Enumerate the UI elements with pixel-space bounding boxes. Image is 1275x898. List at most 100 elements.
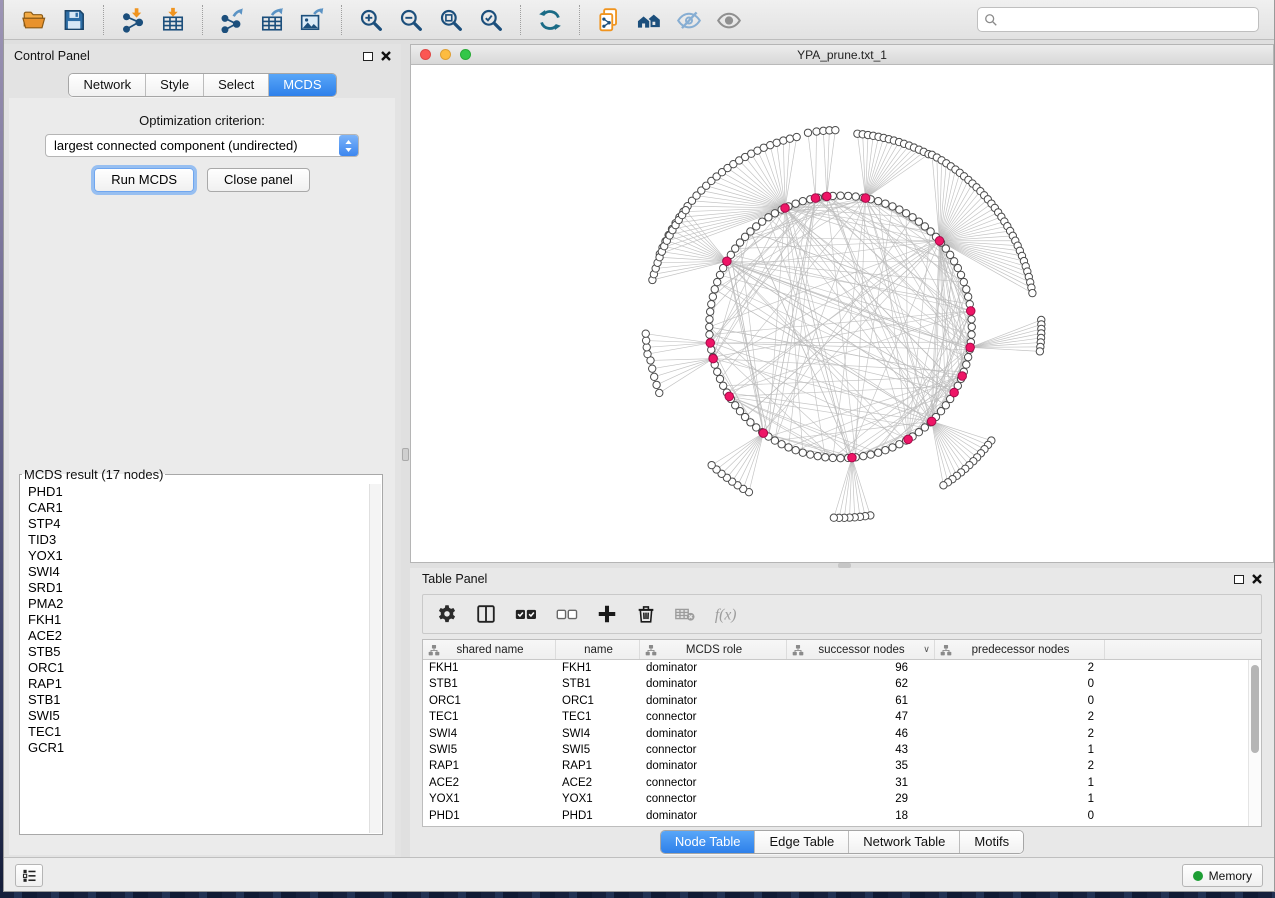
close-mcds-panel-button[interactable]: Close panel	[207, 168, 310, 192]
show-all-button[interactable]	[714, 5, 744, 35]
save-session-button[interactable]	[59, 5, 89, 35]
mcds-result-item[interactable]: STB1	[21, 692, 369, 708]
graph-node[interactable]	[875, 197, 882, 204]
table-row[interactable]: TEC1TEC1connector472	[423, 709, 1248, 725]
table-row[interactable]: FKH1FKH1dominator962	[423, 660, 1248, 676]
tab-node-table[interactable]: Node Table	[661, 831, 755, 853]
graph-node[interactable]	[968, 316, 975, 323]
settings-gear-button[interactable]	[436, 603, 458, 625]
graph-leaf-node[interactable]	[830, 514, 837, 521]
export-image-button[interactable]	[297, 5, 327, 35]
zoom-selected-button[interactable]	[476, 5, 506, 35]
graph-hub-node[interactable]	[950, 388, 959, 397]
network-canvas[interactable]	[411, 65, 1273, 562]
tab-motifs[interactable]: Motifs	[959, 831, 1023, 853]
column-header-predecessor-nodes[interactable]: predecessor nodes	[935, 640, 1105, 659]
graph-node[interactable]	[954, 264, 961, 271]
graph-node[interactable]	[706, 316, 713, 323]
run-mcds-button[interactable]: Run MCDS	[94, 168, 194, 192]
graph-node[interactable]	[708, 300, 715, 307]
tab-edge-table[interactable]: Edge Table	[754, 831, 848, 853]
mcds-result-item[interactable]: ACE2	[21, 628, 369, 644]
deselect-all-button[interactable]	[555, 603, 579, 625]
close-panel-icon[interactable]	[381, 51, 391, 61]
tab-select[interactable]: Select	[203, 74, 268, 96]
graph-node[interactable]	[709, 293, 716, 300]
graph-hub-node[interactable]	[848, 453, 857, 462]
float-panel-icon[interactable]	[363, 52, 373, 61]
network-window-titlebar[interactable]: YPA_prune.txt_1	[411, 45, 1273, 65]
graph-node[interactable]	[950, 258, 957, 265]
splitter-handle[interactable]	[402, 448, 409, 461]
table-row[interactable]: ACE2ACE2connector311	[423, 775, 1248, 791]
graph-hub-node[interactable]	[861, 194, 870, 203]
import-network-button[interactable]	[118, 5, 148, 35]
graph-node[interactable]	[714, 368, 721, 375]
graph-node[interactable]	[829, 454, 836, 461]
table-row[interactable]: STB1STB1dominator620	[423, 676, 1248, 692]
maximize-window-icon[interactable]	[460, 49, 471, 60]
graph-node[interactable]	[867, 451, 874, 458]
graph-node[interactable]	[963, 361, 970, 368]
network-graph[interactable]	[411, 65, 1273, 562]
criterion-dropdown[interactable]: largest connected component (undirected)	[45, 134, 359, 157]
float-table-panel-icon[interactable]	[1234, 575, 1244, 584]
graph-node[interactable]	[799, 449, 806, 456]
show-columns-button[interactable]	[475, 603, 497, 625]
graph-leaf-node[interactable]	[940, 482, 947, 489]
graph-hub-node[interactable]	[725, 392, 734, 401]
graph-leaf-node[interactable]	[656, 389, 663, 396]
column-header-MCDS-role[interactable]: MCDS role	[640, 640, 787, 659]
graph-leaf-node[interactable]	[786, 135, 793, 142]
table-row[interactable]: SWI4SWI4dominator462	[423, 726, 1248, 742]
close-window-icon[interactable]	[420, 49, 431, 60]
graph-leaf-node[interactable]	[804, 129, 811, 136]
graph-node[interactable]	[706, 308, 713, 315]
tab-mcds[interactable]: MCDS	[268, 74, 335, 96]
mcds-result-item[interactable]: TEC1	[21, 724, 369, 740]
graph-node[interactable]	[706, 331, 713, 338]
graph-node[interactable]	[792, 447, 799, 454]
mcds-result-item[interactable]: SWI5	[21, 708, 369, 724]
graph-hub-node[interactable]	[966, 343, 975, 352]
graph-node[interactable]	[964, 293, 971, 300]
graph-leaf-node[interactable]	[653, 381, 660, 388]
graph-node[interactable]	[968, 323, 975, 330]
import-table-button[interactable]	[158, 5, 188, 35]
graph-leaf-node[interactable]	[649, 365, 656, 372]
graph-node[interactable]	[963, 286, 970, 293]
graph-node[interactable]	[778, 441, 785, 448]
mcds-result-item[interactable]: RAP1	[21, 676, 369, 692]
export-table-button[interactable]	[257, 5, 287, 35]
graph-node[interactable]	[889, 444, 896, 451]
refresh-button[interactable]	[535, 5, 565, 35]
search-box[interactable]	[977, 7, 1259, 32]
column-header-successor-nodes[interactable]: successor nodes∨	[787, 640, 935, 659]
zoom-in-button[interactable]	[356, 5, 386, 35]
show-panels-button[interactable]	[15, 864, 43, 887]
graph-node[interactable]	[960, 278, 967, 285]
select-all-button[interactable]	[514, 603, 538, 625]
vertical-splitter[interactable]	[401, 44, 410, 857]
first-neighbors-button[interactable]	[634, 5, 664, 35]
minimize-window-icon[interactable]	[440, 49, 451, 60]
graph-node[interactable]	[799, 197, 806, 204]
graph-hub-node[interactable]	[709, 354, 718, 363]
table-row[interactable]: SWI5SWI5connector431	[423, 742, 1248, 758]
tab-style[interactable]: Style	[145, 74, 203, 96]
mcds-result-list[interactable]: PHD1CAR1STP4TID3YOX1SWI4SRD1PMA2FKH1ACE2…	[21, 484, 369, 833]
graph-node[interactable]	[716, 375, 723, 382]
graph-leaf-node[interactable]	[642, 330, 649, 337]
graph-leaf-node[interactable]	[832, 126, 839, 133]
delete-column-button[interactable]	[635, 603, 657, 625]
table-scrollbar[interactable]	[1248, 660, 1261, 826]
search-input[interactable]	[1004, 13, 1252, 27]
graph-node[interactable]	[968, 331, 975, 338]
table-row[interactable]: YOX1YOX1connector291	[423, 791, 1248, 807]
graph-hub-node[interactable]	[935, 237, 944, 246]
graph-leaf-node[interactable]	[644, 350, 651, 357]
mcds-result-item[interactable]: STP4	[21, 516, 369, 532]
graph-node[interactable]	[882, 200, 889, 207]
graph-hub-node[interactable]	[966, 307, 975, 316]
graph-node[interactable]	[896, 441, 903, 448]
